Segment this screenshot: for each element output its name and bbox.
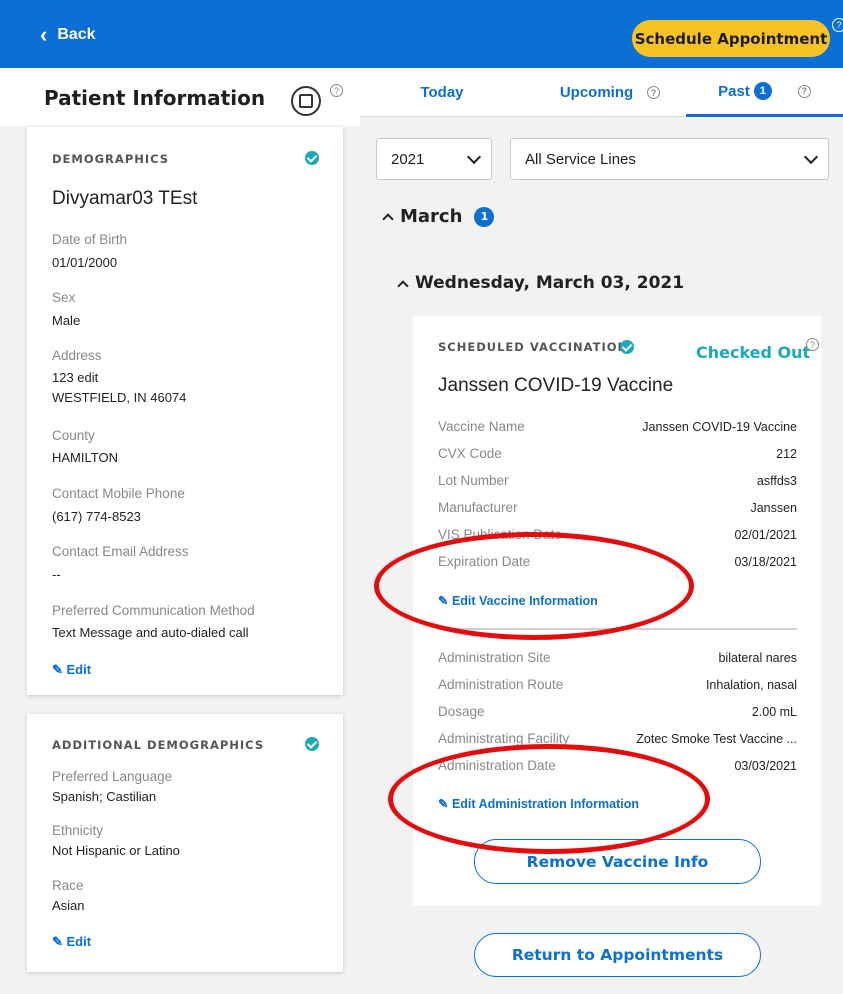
field-value: (617) 774-8523 bbox=[52, 509, 141, 524]
field-value: 03/03/2021 bbox=[734, 759, 797, 773]
patient-name: Divyamar03 TEst bbox=[52, 188, 198, 209]
year-select-value: 2021 bbox=[391, 150, 425, 168]
month-header[interactable]: March 1 bbox=[382, 206, 495, 227]
return-to-appointments-button[interactable]: Return to Appointments bbox=[474, 933, 761, 977]
day-header[interactable]: Wednesday, March 03, 2021 bbox=[397, 273, 685, 293]
edit-additional-demographics-link[interactable]: ✎ Edit bbox=[52, 934, 91, 950]
demographics-label: DEMOGRAPHICS bbox=[52, 152, 170, 166]
help-icon[interactable]: ? bbox=[330, 84, 343, 97]
field-value: 212 bbox=[776, 447, 797, 461]
help-icon[interactable]: ? bbox=[832, 18, 843, 32]
field-value: 03/18/2021 bbox=[734, 555, 797, 569]
field-value: 02/01/2021 bbox=[734, 528, 797, 542]
field-label: County bbox=[52, 428, 95, 443]
count-badge: 1 bbox=[753, 82, 772, 100]
back-label: Back bbox=[57, 26, 96, 43]
field-label: Lot Number bbox=[438, 473, 509, 488]
appointment-tabs: Today Upcoming ? Past 1 ? bbox=[360, 68, 843, 117]
field-label: Preferred Language bbox=[52, 769, 173, 784]
field-value: Zotec Smoke Test Vaccine ... bbox=[636, 732, 797, 746]
sticky-note-icon[interactable] bbox=[291, 86, 321, 116]
field-value: Male bbox=[52, 313, 81, 328]
vaccine-title: Janssen COVID-19 Vaccine bbox=[438, 375, 674, 396]
month-label: March bbox=[400, 206, 463, 227]
edit-label: Edit bbox=[66, 662, 92, 677]
status-badge: Checked Out bbox=[696, 343, 811, 362]
field-label: Vaccine Name bbox=[438, 419, 525, 434]
top-bar: ‹ Back Schedule Appointment ? bbox=[0, 0, 843, 68]
field-label: Administration Route bbox=[438, 677, 564, 692]
field-label: Manufacturer bbox=[438, 500, 518, 515]
field-label: Address bbox=[52, 348, 102, 363]
field-value: Janssen bbox=[750, 501, 797, 515]
field-label: Ethnicity bbox=[52, 823, 104, 838]
field-value: 01/01/2000 bbox=[52, 255, 118, 270]
edit-label: Edit bbox=[66, 934, 92, 949]
help-icon[interactable]: ? bbox=[806, 338, 819, 351]
chevron-up-icon bbox=[397, 279, 409, 292]
field-value: Inhalation, nasal bbox=[705, 678, 797, 692]
field-label: Sex bbox=[52, 290, 76, 305]
field-value: asffds3 bbox=[756, 474, 797, 488]
chevron-up-icon bbox=[382, 213, 394, 225]
field-label: Contact Mobile Phone bbox=[52, 486, 185, 501]
annotation-circle bbox=[374, 532, 694, 640]
additional-demographics-label: ADDITIONAL DEMOGRAPHICS bbox=[52, 738, 265, 752]
tab-label: Today bbox=[420, 84, 464, 101]
edit-icon: ✎ bbox=[52, 662, 67, 677]
chevron-down-icon bbox=[803, 149, 819, 165]
field-value: Text Message and auto-dialed call bbox=[52, 625, 249, 640]
field-value: WESTFIELD, IN 46074 bbox=[52, 390, 187, 405]
field-value: HAMILTON bbox=[52, 450, 118, 465]
annotation-circle bbox=[388, 744, 710, 854]
tab-past[interactable]: Past 1 ? bbox=[686, 68, 843, 117]
patient-panel-header: Patient Information ? bbox=[0, 68, 360, 126]
service-line-select-value: All Service Lines bbox=[525, 150, 636, 168]
vaccination-label: SCHEDULED VACCINATION bbox=[438, 340, 629, 354]
edit-icon: ✎ bbox=[52, 934, 67, 949]
tab-today[interactable]: Today bbox=[400, 68, 484, 117]
year-select[interactable]: 2021 bbox=[376, 138, 492, 180]
patient-panel-title: Patient Information bbox=[44, 86, 266, 110]
field-label: Contact Email Address bbox=[52, 544, 189, 559]
field-label: Dosage bbox=[438, 704, 485, 719]
chevron-down-icon bbox=[466, 149, 482, 165]
service-line-select[interactable]: All Service Lines bbox=[510, 138, 829, 180]
check-circle-icon bbox=[305, 737, 319, 751]
count-badge: 1 bbox=[474, 206, 495, 227]
field-value: Asian bbox=[52, 898, 85, 913]
back-button[interactable]: ‹ Back bbox=[40, 22, 96, 47]
tab-label: Upcoming bbox=[559, 84, 634, 101]
field-value: 2.00 mL bbox=[751, 705, 797, 719]
check-circle-icon bbox=[620, 340, 634, 354]
patient-panel: Patient Information ? DEMOGRAPHICS Divya… bbox=[0, 68, 360, 994]
schedule-appointment-button[interactable]: Schedule Appointment bbox=[632, 20, 830, 57]
field-label: CVX Code bbox=[438, 446, 502, 461]
field-label: Preferred Communication Method bbox=[52, 603, 255, 618]
help-icon[interactable]: ? bbox=[647, 86, 661, 99]
field-value: Not Hispanic or Latino bbox=[52, 843, 180, 858]
field-label: Date of Birth bbox=[52, 232, 128, 247]
field-value: bilateral nares bbox=[718, 651, 797, 665]
tab-upcoming[interactable]: Upcoming ? bbox=[540, 68, 680, 117]
edit-demographics-link[interactable]: ✎ Edit bbox=[52, 662, 91, 678]
field-label: Race bbox=[52, 878, 84, 893]
day-label: Wednesday, March 03, 2021 bbox=[415, 273, 685, 293]
field-value: -- bbox=[52, 567, 61, 582]
check-circle-icon bbox=[305, 151, 319, 165]
tab-label: Past bbox=[718, 82, 750, 100]
field-value: Spanish; Castilian bbox=[52, 789, 157, 804]
field-value: Janssen COVID-19 Vaccine bbox=[642, 420, 797, 434]
field-value: 123 edit bbox=[52, 370, 99, 385]
chevron-left-icon: ‹ bbox=[40, 22, 48, 47]
field-label: Administration Site bbox=[438, 650, 551, 665]
help-icon[interactable]: ? bbox=[797, 84, 811, 98]
